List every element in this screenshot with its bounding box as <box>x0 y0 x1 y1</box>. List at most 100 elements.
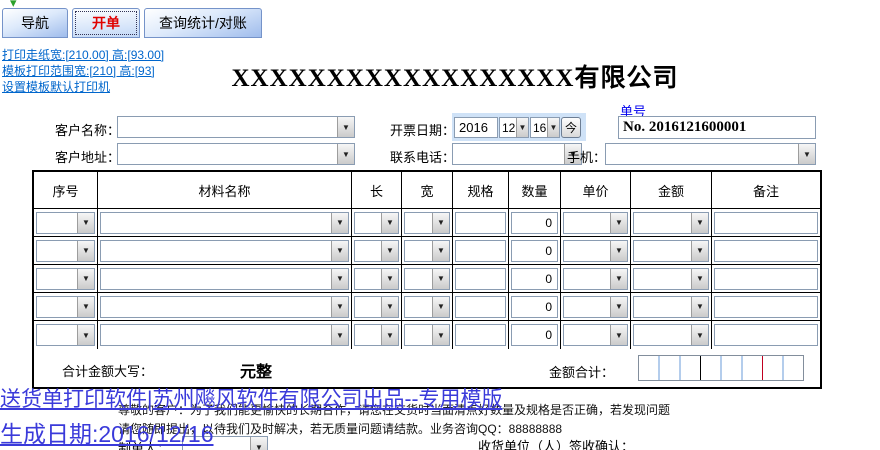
spec-input[interactable] <box>455 268 506 290</box>
chevron-down-icon[interactable]: ▼ <box>798 144 815 164</box>
chevron-down-icon[interactable]: ▼ <box>432 297 449 317</box>
contact-phone-combo[interactable]: ▼ <box>452 143 582 165</box>
length-combo[interactable]: ▼ <box>354 324 399 346</box>
price-combo-value[interactable] <box>564 297 610 317</box>
chevron-down-icon[interactable]: ▼ <box>381 241 398 261</box>
chevron-down-icon[interactable]: ▼ <box>77 241 94 261</box>
qty-input[interactable]: 0 <box>511 296 558 318</box>
length-combo[interactable]: ▼ <box>354 212 399 234</box>
remark-input[interactable] <box>714 296 818 318</box>
seq-combo[interactable]: ▼ <box>36 296 95 318</box>
chevron-down-icon[interactable]: ▼ <box>516 118 528 137</box>
chevron-down-icon[interactable]: ▼ <box>432 213 449 233</box>
chevron-down-icon[interactable]: ▼ <box>691 241 708 261</box>
month-value[interactable]: 12 <box>500 118 516 137</box>
chevron-down-icon[interactable]: ▼ <box>691 297 708 317</box>
contact-phone-value[interactable] <box>453 144 564 164</box>
remark-input[interactable] <box>714 212 818 234</box>
material-combo[interactable]: ▼ <box>100 268 349 290</box>
spec-input[interactable] <box>455 240 506 262</box>
width-combo[interactable]: ▼ <box>404 296 450 318</box>
spec-input[interactable] <box>455 212 506 234</box>
qty-input[interactable]: 0 <box>511 324 558 346</box>
material-combo-value[interactable] <box>101 213 331 233</box>
customer-name-combo[interactable]: ▼ <box>117 116 355 138</box>
length-combo[interactable]: ▼ <box>354 240 399 262</box>
tab-create-order[interactable]: 开单 <box>72 8 140 38</box>
chevron-down-icon[interactable]: ▼ <box>337 117 354 137</box>
width-combo-value[interactable] <box>405 325 432 345</box>
chevron-down-icon[interactable]: ▼ <box>381 325 398 345</box>
day-value[interactable]: 16 <box>531 118 547 137</box>
qty-input[interactable]: 0 <box>511 240 558 262</box>
seq-combo-value[interactable] <box>37 269 77 289</box>
chevron-down-icon[interactable]: ▼ <box>331 325 348 345</box>
chevron-down-icon[interactable]: ▼ <box>610 297 627 317</box>
length-combo-value[interactable] <box>355 241 381 261</box>
width-combo[interactable]: ▼ <box>404 240 450 262</box>
today-button[interactable]: 今 <box>561 117 581 138</box>
price-combo-value[interactable] <box>564 241 610 261</box>
chevron-down-icon[interactable]: ▼ <box>250 437 267 450</box>
chevron-down-icon[interactable]: ▼ <box>610 241 627 261</box>
customer-name-value[interactable] <box>118 117 337 137</box>
chevron-down-icon[interactable]: ▼ <box>331 213 348 233</box>
chevron-down-icon[interactable]: ▼ <box>691 325 708 345</box>
remark-input[interactable] <box>714 268 818 290</box>
chevron-down-icon[interactable]: ▼ <box>337 144 354 164</box>
remark-input[interactable] <box>714 324 818 346</box>
amount-combo-value[interactable] <box>634 269 691 289</box>
price-combo[interactable]: ▼ <box>563 212 628 234</box>
width-combo-value[interactable] <box>405 297 432 317</box>
width-combo[interactable]: ▼ <box>404 268 450 290</box>
mobile-value[interactable] <box>606 144 798 164</box>
amount-combo[interactable]: ▼ <box>633 324 709 346</box>
price-combo-value[interactable] <box>564 269 610 289</box>
chevron-down-icon[interactable]: ▼ <box>331 297 348 317</box>
chevron-down-icon[interactable]: ▼ <box>77 297 94 317</box>
width-combo-value[interactable] <box>405 269 432 289</box>
seq-combo-value[interactable] <box>37 297 77 317</box>
seq-combo[interactable]: ▼ <box>36 240 95 262</box>
seq-combo-value[interactable] <box>37 241 77 261</box>
price-combo[interactable]: ▼ <box>563 296 628 318</box>
price-combo[interactable]: ▼ <box>563 268 628 290</box>
material-combo[interactable]: ▼ <box>100 212 349 234</box>
chevron-down-icon[interactable]: ▼ <box>432 241 449 261</box>
chevron-down-icon[interactable]: ▼ <box>77 213 94 233</box>
material-combo[interactable]: ▼ <box>100 324 349 346</box>
qty-input[interactable]: 0 <box>511 268 558 290</box>
customer-addr-value[interactable] <box>118 144 337 164</box>
amount-combo-value[interactable] <box>634 241 691 261</box>
price-combo-value[interactable] <box>564 325 610 345</box>
month-combo[interactable]: 12 ▼ <box>499 117 529 138</box>
chevron-down-icon[interactable]: ▼ <box>381 297 398 317</box>
length-combo-value[interactable] <box>355 297 381 317</box>
amount-combo-value[interactable] <box>634 325 691 345</box>
customer-addr-combo[interactable]: ▼ <box>117 143 355 165</box>
material-combo-value[interactable] <box>101 297 331 317</box>
amount-combo[interactable]: ▼ <box>633 240 709 262</box>
chevron-down-icon[interactable]: ▼ <box>691 213 708 233</box>
chevron-down-icon[interactable]: ▼ <box>381 213 398 233</box>
spec-input[interactable] <box>455 324 506 346</box>
seq-combo-value[interactable] <box>37 213 77 233</box>
seq-combo[interactable]: ▼ <box>36 268 95 290</box>
chevron-down-icon[interactable]: ▼ <box>610 213 627 233</box>
length-combo-value[interactable] <box>355 269 381 289</box>
width-combo-value[interactable] <box>405 213 432 233</box>
length-combo-value[interactable] <box>355 213 381 233</box>
length-combo[interactable]: ▼ <box>354 268 399 290</box>
price-combo[interactable]: ▼ <box>563 324 628 346</box>
material-combo-value[interactable] <box>101 241 331 261</box>
order-no-input[interactable]: No. 2016121600001 <box>618 116 816 139</box>
length-combo-value[interactable] <box>355 325 381 345</box>
amount-combo-value[interactable] <box>634 297 691 317</box>
chevron-down-icon[interactable]: ▼ <box>432 269 449 289</box>
material-combo-value[interactable] <box>101 325 331 345</box>
tab-query-statistics[interactable]: 查询统计/对账 <box>144 8 262 38</box>
chevron-down-icon[interactable]: ▼ <box>77 325 94 345</box>
seq-combo[interactable]: ▼ <box>36 324 95 346</box>
chevron-down-icon[interactable]: ▼ <box>331 269 348 289</box>
seq-combo-value[interactable] <box>37 325 77 345</box>
